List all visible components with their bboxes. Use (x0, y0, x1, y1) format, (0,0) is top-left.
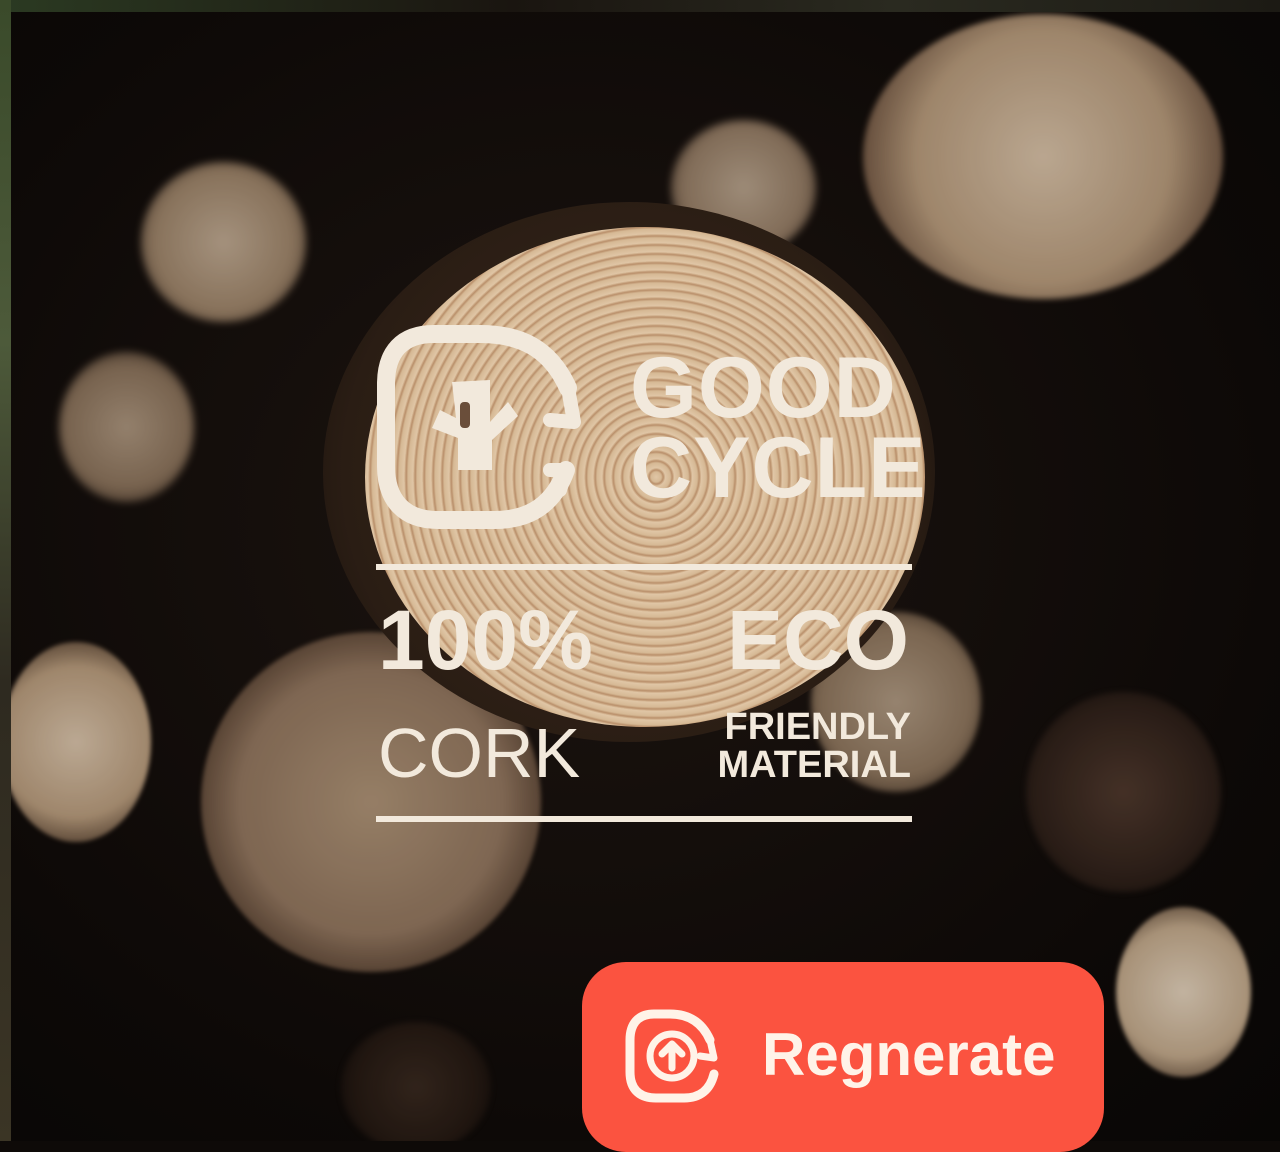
stat-percent: 100% (378, 593, 593, 687)
good-cycle-logo: GOOD CYCLE 100% ECO CORK FRIENDLY MATERI… (372, 320, 925, 830)
brand-line-2: CYCLE (630, 420, 927, 516)
recycle-tree-stump-icon (377, 325, 581, 529)
log-slice (59, 352, 194, 502)
eco-line-2: MATERIAL (717, 744, 912, 786)
top-edge-strip (0, 0, 1280, 12)
regenerate-label: Regnerate (762, 1021, 1056, 1088)
log-slice (1026, 692, 1221, 892)
left-edge-strip (0, 0, 11, 1141)
log-slice (341, 1022, 491, 1141)
logo-divider-bottom (376, 816, 912, 822)
eco-line-1: FRIENDLY (724, 706, 911, 748)
log-slice (1116, 907, 1251, 1077)
eco-friendly-material: FRIENDLY MATERIAL (718, 708, 912, 784)
log-slice (141, 162, 306, 322)
material-cork: CORK (378, 714, 581, 792)
stat-eco: ECO (726, 593, 909, 687)
brand-name: GOOD CYCLE (630, 340, 927, 516)
upload-cycle-icon (625, 1009, 719, 1103)
log-slice (11, 642, 151, 842)
brand-line-1: GOOD (630, 340, 897, 436)
logo-divider-top (376, 564, 912, 570)
regenerate-button[interactable]: Regnerate (582, 962, 1104, 1152)
log-slice (863, 14, 1223, 299)
